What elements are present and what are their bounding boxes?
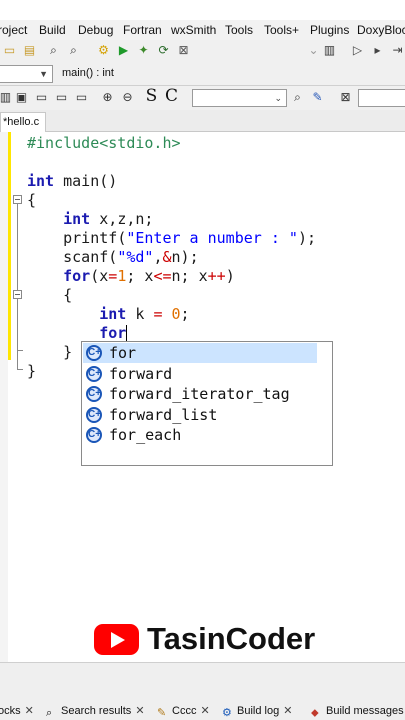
code-line: for(x=1; x<=n; x++) bbox=[63, 267, 235, 285]
scope-combo[interactable]: ▼ bbox=[0, 65, 53, 83]
log-tab-cccc[interactable]: ✎ Cccc ✕ bbox=[157, 703, 210, 720]
code-line: int k = 0; bbox=[99, 305, 190, 323]
build-gear-icon[interactable]: ⚙ bbox=[96, 43, 111, 58]
debug-next-icon[interactable]: ⇥ bbox=[390, 43, 405, 58]
menu-debug[interactable]: Debug bbox=[78, 23, 113, 37]
marker-icon: ⬥ bbox=[311, 707, 319, 719]
code-line: int x,z,n; bbox=[63, 210, 154, 228]
build-run-icon[interactable]: ✦ bbox=[136, 43, 151, 58]
function-combo-value: main() : int bbox=[62, 67, 114, 79]
code-line: scanf("%d",&n); bbox=[63, 248, 199, 266]
change-marker-bar bbox=[8, 132, 11, 360]
code-line: { bbox=[27, 191, 37, 209]
autocomplete-item-label: forward bbox=[109, 364, 173, 383]
tab-hello-c[interactable]: *hello.c bbox=[0, 112, 47, 132]
menu-bar: roject Build Debug Fortran wxSmith Tools… bbox=[0, 20, 405, 40]
function-combo[interactable]: main() : int bbox=[58, 65, 405, 83]
convert-case-icon[interactable]: C bbox=[164, 88, 179, 105]
menu-tools[interactable]: Tools bbox=[225, 23, 253, 37]
chevron-down-icon: ⌄ bbox=[274, 93, 282, 103]
settings-icon[interactable]: ✎ bbox=[310, 90, 325, 105]
code-line: { bbox=[63, 286, 73, 304]
close-icon[interactable]: ✕ bbox=[283, 705, 292, 717]
autocomplete-item-label: forward_iterator_tag bbox=[109, 385, 290, 403]
autocomplete-item[interactable]: C+ for bbox=[83, 343, 317, 363]
paste-icon[interactable]: ▤ bbox=[22, 43, 37, 58]
debug-step-icon[interactable]: ▸ bbox=[370, 43, 385, 58]
debug-run-icon[interactable]: ▷ bbox=[350, 43, 365, 58]
cpp-symbol-icon: C+ bbox=[86, 365, 102, 382]
find-icon[interactable]: ⌕ bbox=[46, 43, 61, 58]
log-tab-build-log[interactable]: ⚙ Build log ✕ bbox=[222, 703, 292, 720]
fold-marker-for[interactable] bbox=[13, 290, 22, 299]
text-cursor bbox=[126, 325, 128, 341]
fold-marker-main[interactable] bbox=[13, 195, 22, 204]
autocomplete-item[interactable]: C+ forward bbox=[83, 364, 317, 384]
code-line: printf("Enter a number : "); bbox=[63, 229, 316, 247]
menu-plugins[interactable]: Plugins bbox=[310, 23, 349, 37]
cpp-symbol-icon: C+ bbox=[86, 345, 102, 361]
search-icon: ⌕ bbox=[46, 707, 53, 719]
strip-trailing-icon[interactable]: S bbox=[144, 88, 159, 105]
close-icon[interactable]: ✕ bbox=[135, 705, 144, 717]
menu-project[interactable]: roject bbox=[0, 23, 27, 37]
bookmark-toggle-icon[interactable]: ▭ bbox=[34, 90, 49, 105]
chevron-down-icon: ▼ bbox=[39, 69, 48, 79]
editor-gutter bbox=[0, 132, 8, 662]
search-box-2[interactable] bbox=[358, 89, 405, 107]
log-tab-blocks[interactable]: ocks ✕ bbox=[0, 703, 34, 720]
bookmark-next-icon[interactable]: ▭ bbox=[74, 90, 89, 105]
build-target-icon[interactable]: ▥ bbox=[322, 43, 337, 58]
log-tab-search-results[interactable]: ⌕ Search results ✕ bbox=[46, 703, 145, 720]
code-line: #include<stdio.h> bbox=[27, 134, 181, 152]
log-tab-build-messages[interactable]: ⬥ Build messages bbox=[311, 703, 404, 720]
fold-line-for bbox=[17, 299, 18, 350]
autocomplete-item-label: forward_list bbox=[109, 405, 218, 424]
copy-icon[interactable]: ▭ bbox=[2, 43, 17, 58]
autocomplete-item[interactable]: C+ forward_iterator_tag bbox=[83, 384, 317, 404]
youtube-logo-icon bbox=[94, 624, 139, 655]
run-icon[interactable]: ▶ bbox=[116, 43, 131, 58]
main-toolbar: ▭ ▤ ⌕ ⌕ ⚙ ▶ ✦ ⟳ ⊠ ⌄ ▥ ▷ ▸ ⇥ bbox=[0, 40, 405, 62]
logs-panel-tabs: ocks ✕ ⌕ Search results ✕ ✎ Cccc ✕ ⚙ Build log… bbox=[0, 662, 405, 720]
autocomplete-item[interactable]: C+ forward_list bbox=[83, 405, 317, 425]
toggle-icon[interactable]: ▥ bbox=[0, 90, 13, 105]
code-completion-toolbar: ▼ main() : int bbox=[0, 62, 405, 86]
fold-end-main bbox=[17, 369, 23, 370]
zoom-in-icon[interactable]: ⊕ bbox=[100, 90, 115, 105]
menu-fortran[interactable]: Fortran bbox=[123, 23, 162, 37]
autocomplete-popup[interactable]: C+ for C+ forward C+ forward_iterator_tag C+ fo… bbox=[81, 341, 333, 466]
clear-icon[interactable]: ⊠ bbox=[338, 90, 353, 105]
autocomplete-item-label: for bbox=[109, 344, 137, 362]
edit-toolbar: ▥ ▣ ▭ ▭ ▭ ⊕ ⊖ S C ⌄ ⌕ ✎ ⊠ bbox=[0, 86, 405, 110]
cpp-symbol-icon: C+ bbox=[86, 386, 102, 402]
menu-doxyblocks[interactable]: DoxyBlock bbox=[357, 23, 405, 37]
autocomplete-item[interactable]: C+ for_each bbox=[83, 425, 317, 445]
gear-icon: ⚙ bbox=[222, 707, 232, 719]
fold-end-for bbox=[17, 350, 23, 351]
menu-build[interactable]: Build bbox=[39, 23, 66, 37]
cpp-symbol-icon: C+ bbox=[86, 406, 102, 423]
document-edit-icon: ✎ bbox=[157, 707, 167, 719]
rebuild-icon[interactable]: ⟳ bbox=[156, 43, 171, 58]
replace-icon[interactable]: ⌕ bbox=[66, 43, 81, 58]
code-line: int main() bbox=[27, 172, 118, 190]
code-line: } bbox=[27, 362, 37, 380]
watermark-brand: TasinCoder bbox=[147, 621, 316, 656]
menu-tools-plus[interactable]: Tools+ bbox=[264, 23, 299, 37]
menu-wxsmith[interactable]: wxSmith bbox=[171, 23, 216, 37]
close-icon[interactable]: ✕ bbox=[25, 705, 34, 717]
abort-icon[interactable]: ⊠ bbox=[176, 43, 191, 58]
cpp-symbol-icon: C+ bbox=[86, 427, 102, 443]
close-icon[interactable]: ✕ bbox=[200, 705, 209, 717]
search-combo[interactable]: ⌄ bbox=[192, 89, 287, 107]
comment-icon[interactable]: ▣ bbox=[14, 90, 29, 105]
code-line: } bbox=[63, 343, 73, 361]
autocomplete-item-label: for_each bbox=[109, 426, 182, 444]
editor-tab-bar: *hello.c bbox=[0, 110, 405, 132]
dropdown-arrow-icon[interactable]: ⌄ bbox=[306, 43, 321, 58]
zoom-out-icon[interactable]: ⊖ bbox=[120, 90, 135, 105]
bookmark-prev-icon[interactable]: ▭ bbox=[54, 90, 69, 105]
search-icon[interactable]: ⌕ bbox=[290, 90, 305, 105]
